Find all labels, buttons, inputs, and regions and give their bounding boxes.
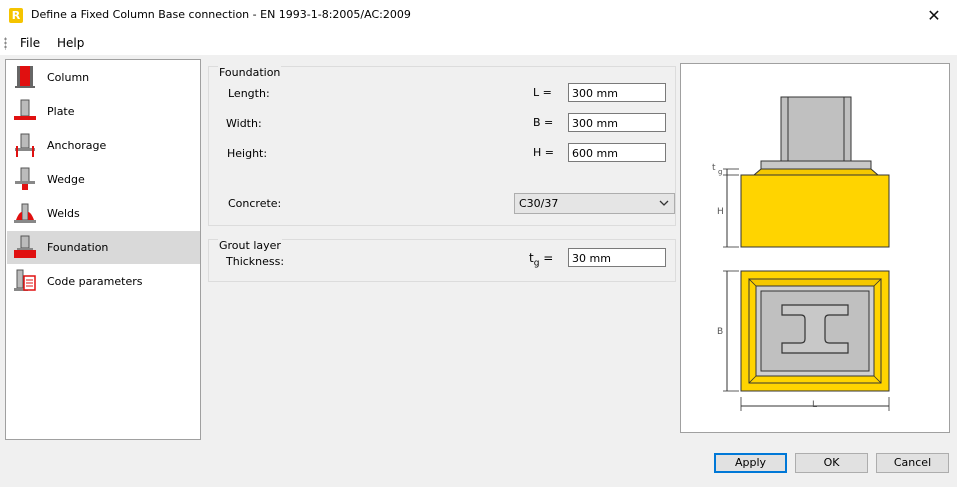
menu-file[interactable]: File (20, 36, 40, 50)
height-label: Height: (227, 147, 268, 160)
concrete-label: Concrete: (228, 197, 282, 210)
length-symbol: L = (533, 86, 552, 99)
width-label: Width: (226, 117, 262, 130)
sidebar-item-label: Plate (47, 105, 75, 118)
cancel-button[interactable]: Cancel (876, 453, 949, 473)
code-parameters-icon (14, 269, 36, 291)
grout-group-title: Grout layer (218, 239, 282, 252)
width-input[interactable]: 300 mm (568, 113, 666, 132)
menu-grip-icon (4, 37, 7, 50)
width-symbol: B = (533, 116, 554, 129)
sidebar-item-welds[interactable]: Welds (7, 197, 200, 230)
sidebar: Column Plate Anchorage Wedge Welds Found… (5, 59, 201, 440)
length-label: Length: (228, 87, 270, 100)
sidebar-item-label: Welds (47, 207, 80, 220)
sidebar-item-label: Anchorage (47, 139, 107, 152)
chevron-down-icon (659, 200, 669, 206)
window-title: Define a Fixed Column Base connection - … (31, 8, 411, 21)
foundation-diagram: t g H B L (712, 96, 890, 411)
wedge-icon (15, 167, 35, 190)
sidebar-item-code-parameters[interactable]: Code parameters (7, 265, 200, 298)
height-symbol: H = (533, 146, 554, 159)
close-button[interactable]: ✕ (911, 0, 957, 31)
concrete-select[interactable]: C30/37 (514, 193, 675, 214)
sidebar-item-label: Wedge (47, 173, 85, 186)
column-icon (15, 66, 35, 88)
h-dimension-label: H (717, 207, 724, 217)
b-dimension-label: B (717, 327, 723, 337)
welds-icon (14, 203, 36, 223)
sidebar-item-column[interactable]: Column (7, 61, 200, 94)
anchorage-icon (15, 133, 35, 157)
apply-button[interactable]: Apply (714, 453, 787, 473)
menu-bar: File Help (0, 31, 957, 55)
sidebar-item-anchorage[interactable]: Anchorage (7, 129, 200, 162)
sidebar-item-label: Column (47, 71, 90, 84)
ok-button[interactable]: OK (795, 453, 868, 473)
sidebar-item-plate[interactable]: Plate (7, 95, 200, 128)
concrete-select-value: C30/37 (519, 197, 559, 210)
plate-icon (14, 99, 36, 120)
length-input[interactable]: 300 mm (568, 83, 666, 102)
sidebar-item-wedge[interactable]: Wedge (7, 163, 200, 196)
app-logo-icon: R (9, 8, 23, 23)
menu-help[interactable]: Help (57, 36, 84, 50)
svg-text:g: g (718, 168, 722, 176)
l-dimension-label: L (812, 400, 817, 410)
thickness-symbol: tg = (529, 251, 554, 269)
foundation-icon (14, 235, 36, 258)
thickness-input[interactable]: 30 mm (568, 248, 666, 267)
foundation-group-title: Foundation (218, 66, 282, 79)
height-input[interactable]: 600 mm (568, 143, 666, 162)
sidebar-item-label: Code parameters (47, 275, 143, 288)
title-bar: R Define a Fixed Column Base connection … (0, 0, 957, 31)
tg-dimension-label: t (712, 163, 716, 173)
sidebar-item-label: Foundation (47, 241, 109, 254)
sidebar-item-foundation[interactable]: Foundation (7, 231, 200, 264)
thickness-label: Thickness: (226, 255, 285, 268)
foundation-preview: t g H B L (680, 63, 950, 433)
